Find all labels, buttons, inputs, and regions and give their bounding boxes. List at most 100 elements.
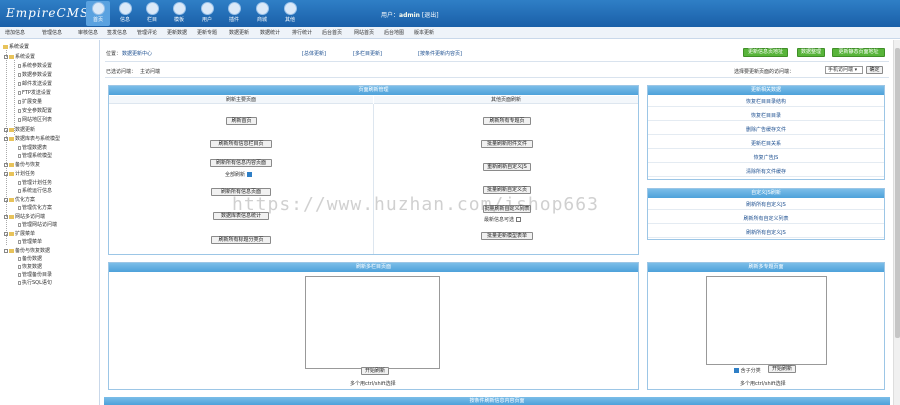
plugin-icon [227, 2, 241, 15]
nav-template[interactable]: 模板 [167, 1, 191, 26]
tree-group[interactable]: 数据库表与系统模型 [4, 135, 60, 142]
tree-leaf[interactable]: 管理数据表 [18, 144, 47, 151]
tree-group[interactable]: 计划任务 [4, 170, 35, 177]
tree-group[interactable]: 备份与恢复 [4, 161, 40, 168]
submenu-item[interactable]: 更新专题 [197, 29, 217, 36]
submenu-item[interactable]: 数据统计 [260, 29, 280, 36]
topic-multiselect[interactable] [706, 276, 827, 365]
list-item[interactable]: 恢复栏目目录结构 [648, 97, 884, 107]
tree-group[interactable]: 备份与恢复数据 [4, 247, 50, 254]
tab-condition-update[interactable]: [按条件更新内容页] [418, 50, 462, 57]
refresh-all-column-pages-button[interactable]: 刷新所有信息栏目页 [210, 140, 272, 148]
submenu-item[interactable]: 更新数据 [167, 29, 187, 36]
left-column-title: 刷新主要页面 [109, 96, 373, 104]
nav-shop[interactable]: 商城 [250, 1, 274, 26]
tree-leaf[interactable]: 邮件发送设置 [18, 80, 52, 87]
page-icon [18, 272, 21, 277]
list-item[interactable]: 刷新所有自定义列表 [648, 214, 884, 224]
terminal-value: 主访问端 [140, 69, 161, 75]
submenu-item[interactable]: 管理评论 [137, 29, 157, 36]
tree-leaf[interactable]: 安全参数配置 [18, 107, 52, 114]
submenu-item[interactable]: 后台首页 [322, 29, 342, 36]
scrollbar-thumb[interactable] [895, 48, 900, 338]
tree-leaf[interactable]: 管理系统模型 [18, 152, 52, 159]
submenu-item[interactable]: 数据更新 [229, 29, 249, 36]
tree-leaf[interactable]: 执行SQL语句 [18, 279, 52, 286]
refresh-custom-pages-button[interactable]: 批量刷新自定义页 [483, 186, 531, 194]
tab-multi-column-update[interactable]: [多栏目更新] [353, 50, 382, 57]
expand-icon [4, 127, 8, 132]
nav-plugin[interactable]: 插件 [222, 1, 246, 26]
page-icon [18, 63, 21, 68]
column-multiselect[interactable] [305, 276, 440, 369]
tree-leaf[interactable]: 管理计划任务 [18, 179, 52, 186]
tree-leaf[interactable]: 备份数据 [18, 255, 42, 262]
update-info-url-button[interactable]: 更新信息页地址 [743, 48, 788, 57]
submenu-item[interactable]: 版本更新 [414, 29, 434, 36]
tree-leaf[interactable]: 管理备份目录 [18, 271, 52, 278]
tree-leaf[interactable]: 系统运行信息 [18, 187, 52, 194]
tree-leaf[interactable]: FTP发送设置 [18, 89, 51, 96]
full-refresh-option[interactable]: 全部刷新 [225, 171, 252, 178]
nav-home[interactable]: 首页 [86, 1, 110, 26]
refresh-title-category-button[interactable]: 刷新所有标题分类页 [211, 236, 271, 244]
data-cleanup-button[interactable]: 数据整理 [797, 48, 825, 57]
tree-group[interactable]: 扩展菜单 [4, 230, 35, 237]
include-subcategory-option[interactable]: 含子分类 [734, 367, 761, 374]
nav-user[interactable]: 用户 [195, 1, 219, 26]
submenu-item[interactable]: 后台地图 [384, 29, 404, 36]
terminal-select[interactable]: 手机访问端 ▾ [825, 66, 863, 74]
refresh-all-topics-button[interactable]: 刷新所有专题页 [483, 117, 531, 125]
nav-column[interactable]: 栏目 [140, 1, 164, 26]
start-refresh-topics-button[interactable]: 开始刷新 [768, 365, 796, 373]
submenu-item[interactable]: 签发信息 [107, 29, 127, 36]
list-item[interactable]: 更新栏目关系 [648, 139, 884, 149]
position-link[interactable]: 数据更新中心 [122, 50, 152, 57]
submenu-item[interactable]: 排行统计 [292, 29, 312, 36]
tree-leaf[interactable]: 管理菜单 [18, 238, 42, 245]
tree-leaf[interactable]: 扩展变量 [18, 98, 42, 105]
refresh-home-button[interactable]: 刷新首页 [226, 117, 257, 125]
start-refresh-columns-button[interactable]: 开始刷新 [361, 367, 389, 375]
list-item[interactable]: 刷新所有自定义JS [648, 228, 884, 238]
tree-group[interactable]: 系统设置 [4, 53, 35, 60]
tree-leaf[interactable]: 网站地区列表 [18, 116, 52, 123]
tree-group[interactable]: 网站多访问端 [4, 213, 45, 220]
submenu-item[interactable]: 增加信息 [5, 29, 25, 36]
update-static-url-button[interactable]: 更新静态页面地址 [832, 48, 885, 57]
refresh-custom-js-button[interactable]: 重新刷新自定义JS [483, 163, 531, 171]
tab-overall-update[interactable]: [总体更新] [302, 50, 326, 57]
list-item[interactable]: 清除所有文件缓存 [648, 167, 884, 177]
submenu-item[interactable]: 网站首页 [354, 29, 374, 36]
tree-group[interactable]: 优化方案 [4, 196, 35, 203]
page-icon [18, 239, 21, 244]
list-item[interactable]: 恢复栏目目录 [648, 111, 884, 121]
refresh-attachments-button[interactable]: 批量刷新附件文件 [481, 140, 533, 148]
submenu-item[interactable]: 管理信息 [42, 29, 62, 36]
tree-leaf[interactable]: 系统参数设置 [18, 62, 52, 69]
tree-group[interactable]: 数据更新 [4, 126, 35, 133]
folder-icon [9, 214, 14, 219]
expand-icon [4, 162, 8, 167]
nav-info[interactable]: 信息 [113, 1, 137, 26]
tree-leaf[interactable]: 恢复数据 [18, 263, 42, 270]
submenu-item[interactable]: 审核信息 [78, 29, 98, 36]
nav-other[interactable]: 其他 [278, 1, 302, 26]
folder-icon [9, 197, 14, 202]
tree-leaf[interactable]: 数据参数设置 [18, 71, 52, 78]
tree-leaf[interactable]: 管理网站访问端 [18, 221, 57, 228]
include-subcategory-checkbox[interactable] [734, 368, 739, 373]
list-item[interactable]: 删除广告缓存文件 [648, 125, 884, 135]
vertical-scrollbar[interactable] [893, 40, 900, 405]
list-item[interactable]: 刷新所有自定义JS [648, 200, 884, 210]
full-refresh-checkbox[interactable] [246, 172, 252, 177]
tree-root[interactable]: 系统设置 [3, 43, 29, 50]
list-item[interactable]: 恢复广告JS [648, 153, 884, 163]
refresh-all-content-pages-button[interactable]: 刷新所有信息内容页面 [210, 159, 272, 167]
latest-info-option[interactable]: 最新信息可选 [484, 216, 521, 223]
tree-leaf[interactable]: 管理优化方案 [18, 204, 52, 211]
latest-info-checkbox[interactable] [515, 217, 521, 222]
update-model-form-button[interactable]: 批量更新模型表单 [481, 232, 533, 240]
terminal-confirm-button[interactable]: 确定 [866, 66, 883, 74]
logout-link[interactable]: [退出] [422, 12, 439, 19]
